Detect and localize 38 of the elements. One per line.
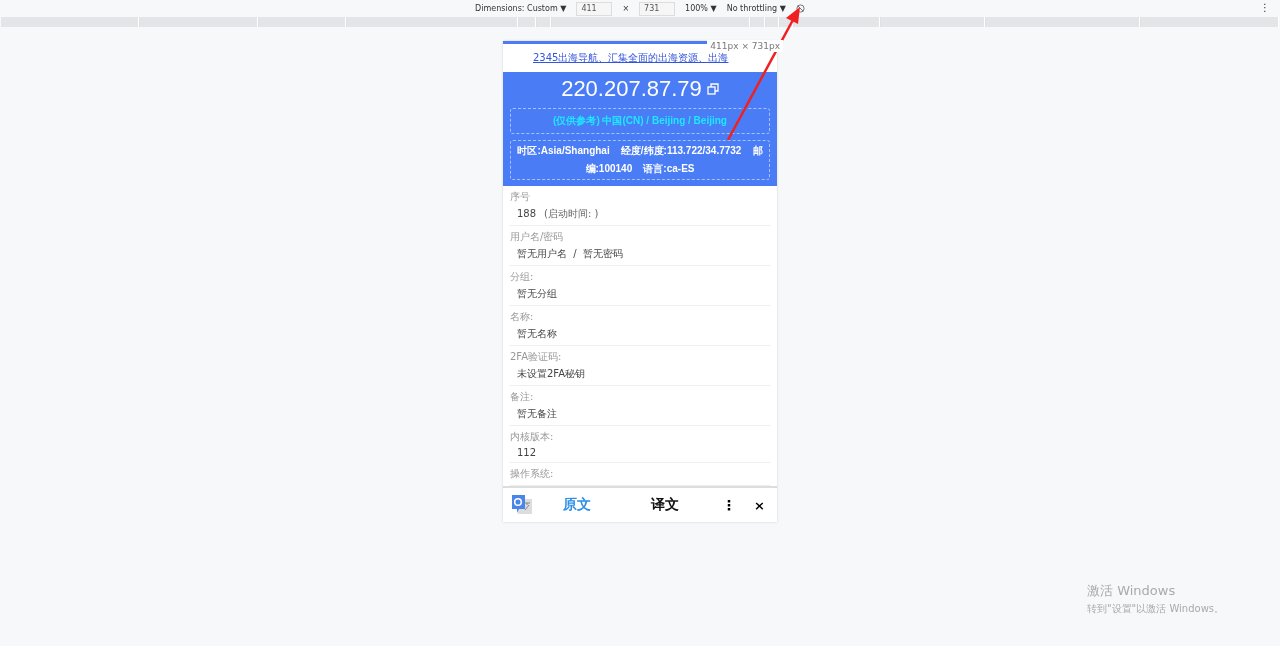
field-label: 用户名/密码 <box>510 230 565 244</box>
field-value: 188 <box>517 208 537 219</box>
details-text: 编:100140 语言:ca-ES <box>585 162 695 176</box>
rotate-icon[interactable] <box>795 4 805 13</box>
field-label: 名称: <box>510 310 535 324</box>
translate-tab[interactable]: 译文 <box>651 496 679 514</box>
activation-text: 转到"设置"以激活 Windows。 <box>1087 602 1225 616</box>
field-value: 暂无名称 <box>517 327 557 341</box>
more-icon[interactable]: ⋮ <box>1260 2 1270 13</box>
field-value: 未设置2FA秘钥 <box>517 367 586 381</box>
size-tooltip: 411px × 731px <box>707 40 783 52</box>
field-value: 暂无分组 <box>517 287 557 301</box>
field-label: 备注: <box>510 390 535 404</box>
field-label: 内核版本: <box>510 430 555 444</box>
activation-title: 激活 Windows <box>1087 582 1177 600</box>
field-value: 暂无用户名 / 暂无密码 <box>517 247 624 261</box>
field-label: 分组: <box>510 270 535 284</box>
height-field[interactable]: 731 <box>639 1 676 16</box>
field-value: 112 <box>517 447 537 458</box>
copy-icon[interactable] <box>706 83 719 95</box>
width-field[interactable]: 411 <box>576 1 613 16</box>
throttling-dropdown[interactable]: No throttling ▼ <box>726 4 786 13</box>
location-text: (仅供参考) 中国(CN) / Beijing / Beijing <box>510 108 770 134</box>
details-text: 时区:Asia/Shanghai 经度/纬度:113.722/34.7732 邮 <box>517 144 763 158</box>
more-icon[interactable]: ⋮ <box>722 497 737 513</box>
field-label: 序号 <box>510 190 531 204</box>
translate-tab[interactable]: 原文 <box>563 496 591 514</box>
close-icon[interactable]: × <box>754 497 765 513</box>
field-label: 操作系统: <box>510 467 555 481</box>
field-note: (启动时间: ) <box>544 207 599 221</box>
ip-address: 220.207.87.79 <box>561 76 702 102</box>
translate-icon[interactable] <box>511 494 533 516</box>
field-value: 暂无备注 <box>517 407 557 421</box>
field-label: 2FA验证码: <box>510 350 563 364</box>
dimensions-dropdown[interactable]: Dimensions: Custom ▼ <box>475 4 567 13</box>
times-sign: × <box>622 4 630 13</box>
banner-link[interactable]: 2345出海导航、汇集全面的出海资源、出海 <box>533 51 729 65</box>
zoom-dropdown[interactable]: 100% ▼ <box>685 4 717 13</box>
